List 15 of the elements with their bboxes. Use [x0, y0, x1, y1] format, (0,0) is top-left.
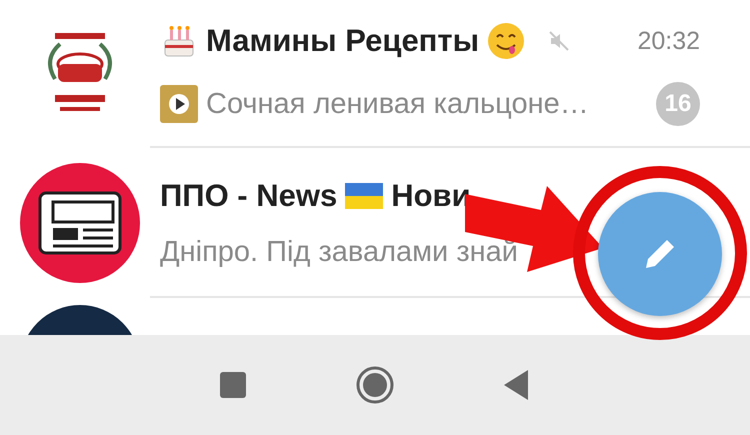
unread-count: 16 — [656, 82, 700, 126]
smiling-face-icon — [487, 22, 526, 60]
back-button[interactable] — [504, 370, 530, 400]
recents-icon — [220, 372, 246, 398]
message-preview: Дніпро. Під завалами знай — [160, 236, 518, 268]
flag-icon — [345, 182, 384, 208]
back-icon — [504, 370, 530, 400]
home-icon — [356, 366, 394, 404]
muted-speaker-icon — [547, 29, 572, 53]
message-preview: Сочная ленивая кальцоне… — [206, 88, 589, 120]
chat-time: 20:32 — [637, 26, 700, 56]
chat-title: ППО - News — [160, 178, 338, 214]
home-button[interactable] — [356, 366, 394, 404]
chat-title: Мамины Рецепты — [206, 23, 480, 59]
video-thumbnail-icon — [160, 85, 198, 123]
